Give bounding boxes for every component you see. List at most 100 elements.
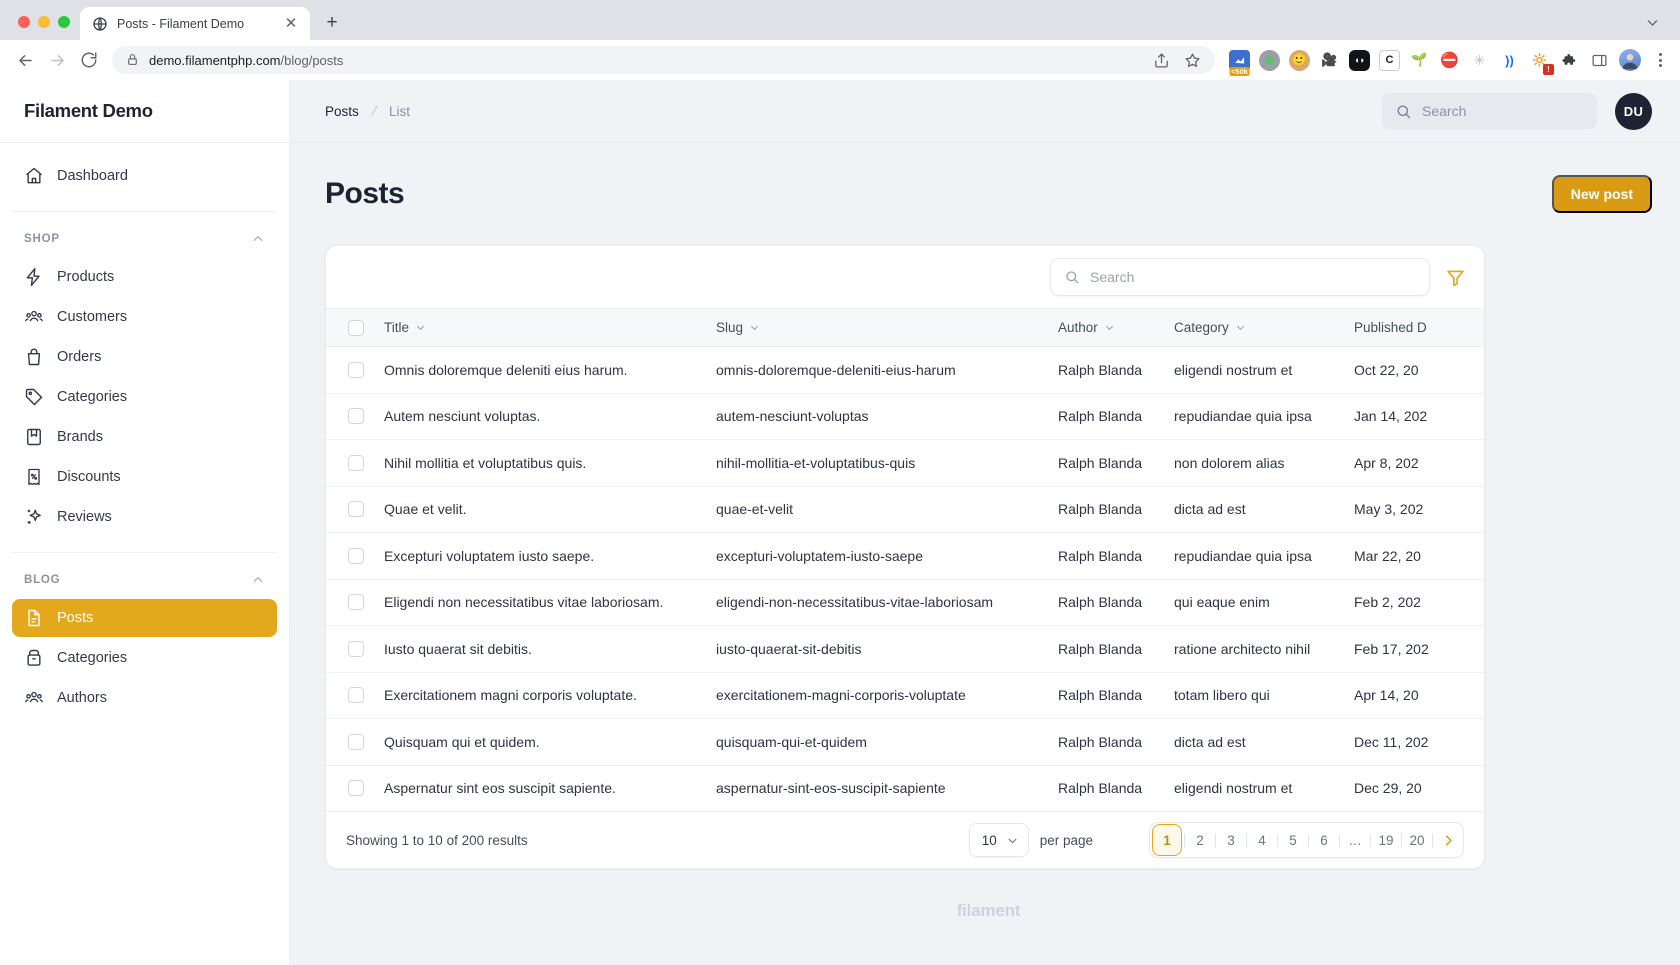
stop-extension[interactable]: ⛔ xyxy=(1439,50,1460,71)
page-button-19[interactable]: 19 xyxy=(1371,823,1401,857)
archive-icon xyxy=(24,648,44,668)
avatar[interactable]: DU xyxy=(1615,92,1652,130)
funnel-icon[interactable] xyxy=(1444,266,1466,288)
profile-avatar[interactable] xyxy=(1619,49,1641,71)
browser-tab[interactable]: Posts - Filament Demo ✕ xyxy=(80,7,310,40)
sidebar-item-orders[interactable]: Orders xyxy=(12,338,277,376)
close-icon[interactable]: ✕ xyxy=(282,15,300,33)
table-row[interactable]: Aspernatur sint eos suscipit sapiente. a… xyxy=(326,765,1484,812)
row-checkbox[interactable] xyxy=(348,454,364,471)
column-header-slug[interactable]: Slug xyxy=(716,308,1058,347)
camera-extension[interactable]: 🎥 xyxy=(1319,50,1340,71)
per-page-value: 10 xyxy=(981,832,997,848)
kebab-menu-icon[interactable] xyxy=(1650,53,1670,67)
chevron-down-icon[interactable] xyxy=(1638,8,1666,36)
row-checkbox[interactable] xyxy=(348,361,364,378)
table-row[interactable]: Quisquam qui et quidem. quisquam-qui-et-… xyxy=(326,718,1484,766)
page-button-1[interactable]: 1 xyxy=(1152,824,1182,856)
pagination-ellipsis: … xyxy=(1348,832,1362,848)
sidebar-item-posts[interactable]: Posts xyxy=(12,599,277,637)
row-checkbox[interactable] xyxy=(348,594,364,611)
row-checkbox[interactable] xyxy=(348,547,364,564)
web-extension[interactable]: ✳ xyxy=(1469,50,1490,71)
cell-title: Quisquam qui et quidem. xyxy=(384,718,716,766)
sidebar-item-label: Dashboard xyxy=(57,168,128,184)
chevron-up-icon[interactable] xyxy=(251,573,265,587)
sidebar-item-brands[interactable]: Brands xyxy=(12,418,277,456)
column-header-author[interactable]: Author xyxy=(1058,308,1174,347)
sidebar-item-authors[interactable]: Authors xyxy=(12,679,277,717)
cell-title: Autem nesciunt voluptas. xyxy=(384,393,716,440)
dark-logo-extension[interactable]: ◖◗ xyxy=(1349,49,1370,71)
sidebar-item-reviews[interactable]: Reviews xyxy=(12,498,277,536)
reload-icon[interactable] xyxy=(74,45,104,75)
page-button-4[interactable]: 4 xyxy=(1247,823,1277,857)
page-button-2[interactable]: 2 xyxy=(1185,823,1215,857)
page-button-20[interactable]: 20 xyxy=(1402,823,1432,857)
sidebar-item-dashboard[interactable]: Dashboard xyxy=(12,157,277,195)
table-row[interactable]: Omnis doloremque deleniti eius harum. om… xyxy=(326,346,1484,394)
new-tab-button[interactable]: + xyxy=(318,9,346,37)
table-row[interactable]: Quae et velit. quae-et-velit Ralph Bland… xyxy=(326,486,1484,533)
window-traffic-lights[interactable] xyxy=(12,16,80,40)
circle-extension[interactable] xyxy=(1259,49,1280,71)
sidebar-item-categories-shop[interactable]: Categories xyxy=(12,378,277,416)
page-button-5[interactable]: 5 xyxy=(1278,823,1308,857)
table-row[interactable]: Excepturi voluptatem iusto saepe. except… xyxy=(326,532,1484,580)
table-row[interactable]: Autem nesciunt voluptas. autem-nesciunt-… xyxy=(326,393,1484,440)
cell-slug: excepturi-voluptatem-iusto-saepe xyxy=(716,532,1058,580)
global-search-input[interactable]: Search xyxy=(1382,93,1597,129)
row-select-cell xyxy=(326,439,384,487)
star-icon[interactable] xyxy=(1184,52,1201,69)
table-search-input[interactable]: Search xyxy=(1050,258,1430,296)
sidebar-item-discounts[interactable]: Discounts xyxy=(12,458,277,496)
sidebar-item-customers[interactable]: Customers xyxy=(12,298,277,336)
arrow-left-icon[interactable] xyxy=(10,45,40,75)
chevron-up-icon[interactable] xyxy=(251,232,265,246)
window-maximize-button[interactable] xyxy=(58,16,70,28)
puzzle-extensions-icon[interactable] xyxy=(1559,50,1580,71)
sidebar-item-products[interactable]: Products xyxy=(12,258,277,296)
sidebar-group-header-shop[interactable]: SHOP xyxy=(12,226,277,252)
c-extension[interactable]: C xyxy=(1379,49,1400,71)
row-checkbox[interactable] xyxy=(348,687,364,704)
sidebar-item-categories-blog[interactable]: Categories xyxy=(12,639,277,677)
table-row[interactable]: Eligendi non necessitatibus vitae labori… xyxy=(326,579,1484,626)
row-checkbox[interactable] xyxy=(348,640,364,657)
cell-category: repudiandae quia ipsa xyxy=(1174,532,1354,580)
cell-category: totam libero qui xyxy=(1174,672,1354,719)
select-all-checkbox[interactable] xyxy=(348,319,364,336)
page-button-6[interactable]: 6 xyxy=(1309,823,1339,857)
bolt-icon xyxy=(24,267,44,287)
column-header-title[interactable]: Title xyxy=(384,308,716,347)
sprout-extension[interactable]: 🌱 xyxy=(1409,50,1430,71)
row-checkbox[interactable] xyxy=(348,408,364,425)
table-row[interactable]: Exercitationem magni corporis voluptate.… xyxy=(326,672,1484,719)
window-close-button[interactable] xyxy=(18,16,30,28)
page-button-3[interactable]: 3 xyxy=(1216,823,1246,857)
analytics-extension[interactable]: <50k xyxy=(1229,49,1250,76)
row-checkbox[interactable] xyxy=(348,780,364,797)
column-header-category[interactable]: Category xyxy=(1174,308,1354,347)
global-search-placeholder: Search xyxy=(1422,103,1467,119)
window-minimize-button[interactable] xyxy=(38,16,50,28)
breadcrumb-separator: / xyxy=(369,102,379,120)
row-checkbox[interactable] xyxy=(348,501,364,518)
face-extension[interactable]: 🙂 xyxy=(1289,49,1310,71)
arrow-right-icon[interactable] xyxy=(42,45,72,75)
breadcrumb-item-posts[interactable]: Posts xyxy=(325,104,359,119)
wifi-extension[interactable]: )) xyxy=(1499,50,1520,71)
table-row[interactable]: Iusto quaerat sit debitis. iusto-quaerat… xyxy=(326,625,1484,673)
alert-extension[interactable]: 🔆! xyxy=(1529,50,1554,75)
column-header-published-date[interactable]: Published D xyxy=(1354,308,1484,347)
share-icon[interactable] xyxy=(1153,52,1170,69)
sidepanel-icon[interactable] xyxy=(1589,50,1610,71)
row-checkbox[interactable] xyxy=(348,733,364,750)
chevron-right-icon[interactable] xyxy=(1433,823,1463,857)
sidebar-group-header-blog[interactable]: BLOG xyxy=(12,567,277,593)
sidebar-item-label: Categories xyxy=(57,389,128,405)
address-bar[interactable]: demo.filamentphp.com/blog/posts xyxy=(112,46,1215,74)
new-post-button[interactable]: New post xyxy=(1551,175,1652,213)
per-page-select[interactable]: 10 xyxy=(968,823,1029,857)
table-row[interactable]: Nihil mollitia et voluptatibus quis. nih… xyxy=(326,439,1484,487)
